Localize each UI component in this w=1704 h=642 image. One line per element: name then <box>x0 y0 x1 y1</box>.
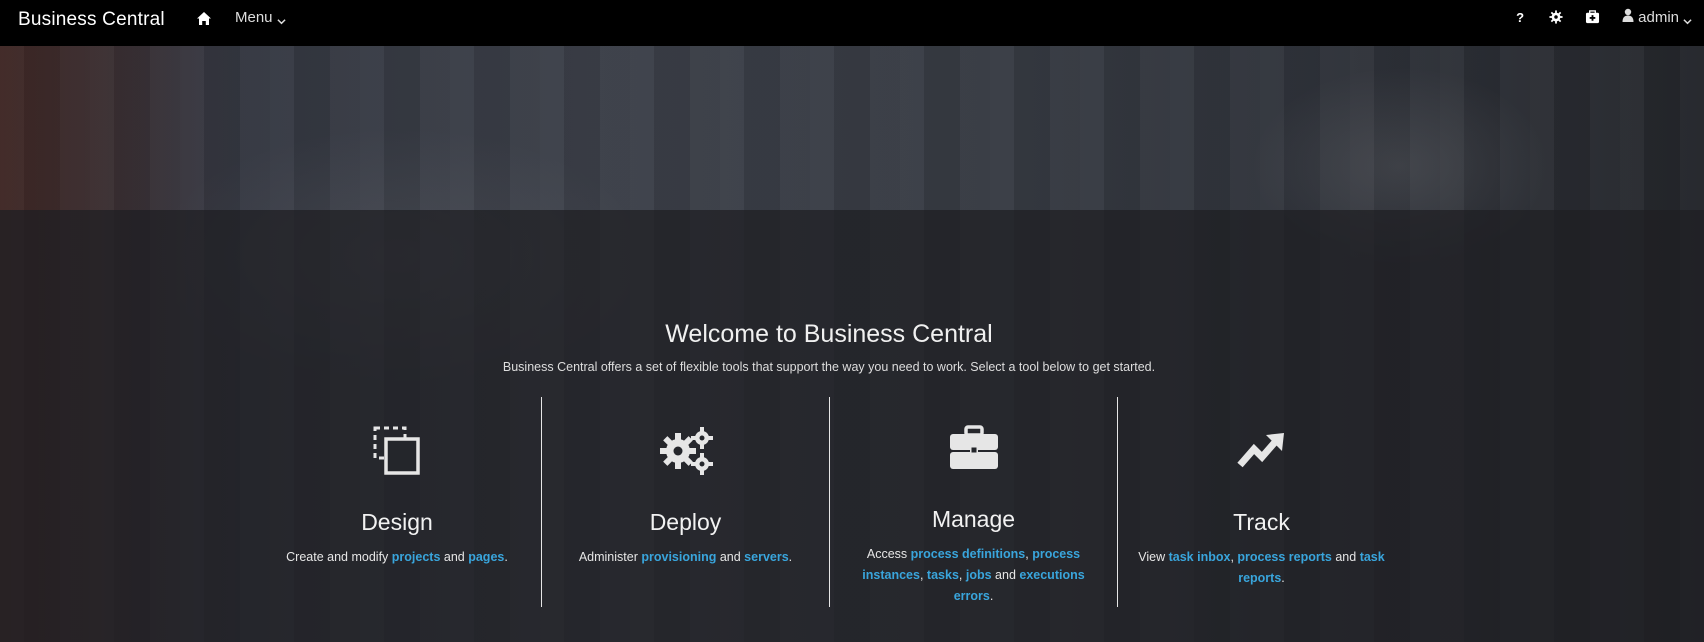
track-tile[interactable]: Track View task inbox, process reports a… <box>1117 397 1405 607</box>
welcome-subtitle: Business Central offers a set of flexibl… <box>502 360 1156 374</box>
track-text: View <box>1138 550 1169 564</box>
design-text: and <box>440 550 469 564</box>
menu-dropdown[interactable]: Menu <box>235 9 286 26</box>
manage-text: , <box>919 568 927 582</box>
manage-text: . <box>989 589 994 603</box>
deploy-title: Deploy <box>649 509 722 535</box>
projects-link[interactable]: projects <box>392 550 441 564</box>
manage-text: , <box>958 568 966 582</box>
manage-title: Manage <box>931 506 1016 532</box>
welcome-title: Welcome to Business Central <box>665 320 993 348</box>
question-icon[interactable]: ? <box>1512 9 1528 25</box>
jobs-link[interactable]: jobs <box>966 568 992 582</box>
task-inbox-link[interactable]: task inbox <box>1169 550 1231 564</box>
gears-icon <box>542 425 829 477</box>
track-text: . <box>1281 571 1285 585</box>
track-text: and <box>1331 550 1360 564</box>
design-description: Create and modify projects and pages. <box>267 547 527 568</box>
menu-label: Menu <box>235 9 273 26</box>
user-dropdown[interactable]: admin <box>1622 8 1692 26</box>
tasks-link[interactable]: tasks <box>927 568 959 582</box>
manage-tile[interactable]: Manage Access process definitions, proce… <box>829 397 1117 607</box>
chevron-down-icon <box>1683 13 1692 24</box>
track-description: View task inbox, process reports and tas… <box>1132 547 1391 589</box>
servers-link[interactable]: servers <box>744 550 789 564</box>
copy-icon <box>253 425 541 477</box>
home-icon[interactable] <box>196 11 212 27</box>
trend-up-icon <box>1118 425 1405 477</box>
deploy-tile[interactable]: Deploy Administer provisioning and serve… <box>541 397 829 607</box>
navbar-right: ? admin <box>1492 8 1692 26</box>
deploy-text: and <box>716 550 745 564</box>
medkit-icon[interactable] <box>1584 9 1600 25</box>
top-navbar: Business Central Menu ? admin <box>0 0 1704 46</box>
design-title: Design <box>361 509 433 535</box>
pages-link[interactable]: pages <box>468 550 504 564</box>
tool-tiles: Design Create and modify projects and pa… <box>253 397 1405 607</box>
manage-description: Access process definitions, process inst… <box>844 544 1103 607</box>
manage-text: and <box>991 568 1020 582</box>
deploy-description: Administer provisioning and servers. <box>556 547 815 568</box>
deploy-text: . <box>788 550 793 564</box>
user-name: admin <box>1638 8 1679 26</box>
brand-title[interactable]: Business Central <box>18 9 165 31</box>
user-icon <box>1622 8 1634 26</box>
chevron-down-icon <box>276 13 286 25</box>
deploy-text: Administer <box>578 550 642 564</box>
design-text: . <box>504 550 508 564</box>
provisioning-link[interactable]: provisioning <box>641 550 716 564</box>
process-reports-link[interactable]: process reports <box>1237 550 1331 564</box>
design-tile[interactable]: Design Create and modify projects and pa… <box>253 397 541 607</box>
design-text: Create and modify <box>286 550 392 564</box>
manage-text: Access <box>866 547 911 561</box>
briefcase-icon <box>830 425 1117 477</box>
process-definitions-link[interactable]: process definitions <box>911 547 1026 561</box>
gear-icon[interactable] <box>1548 9 1564 25</box>
track-title: Track <box>1233 509 1290 535</box>
